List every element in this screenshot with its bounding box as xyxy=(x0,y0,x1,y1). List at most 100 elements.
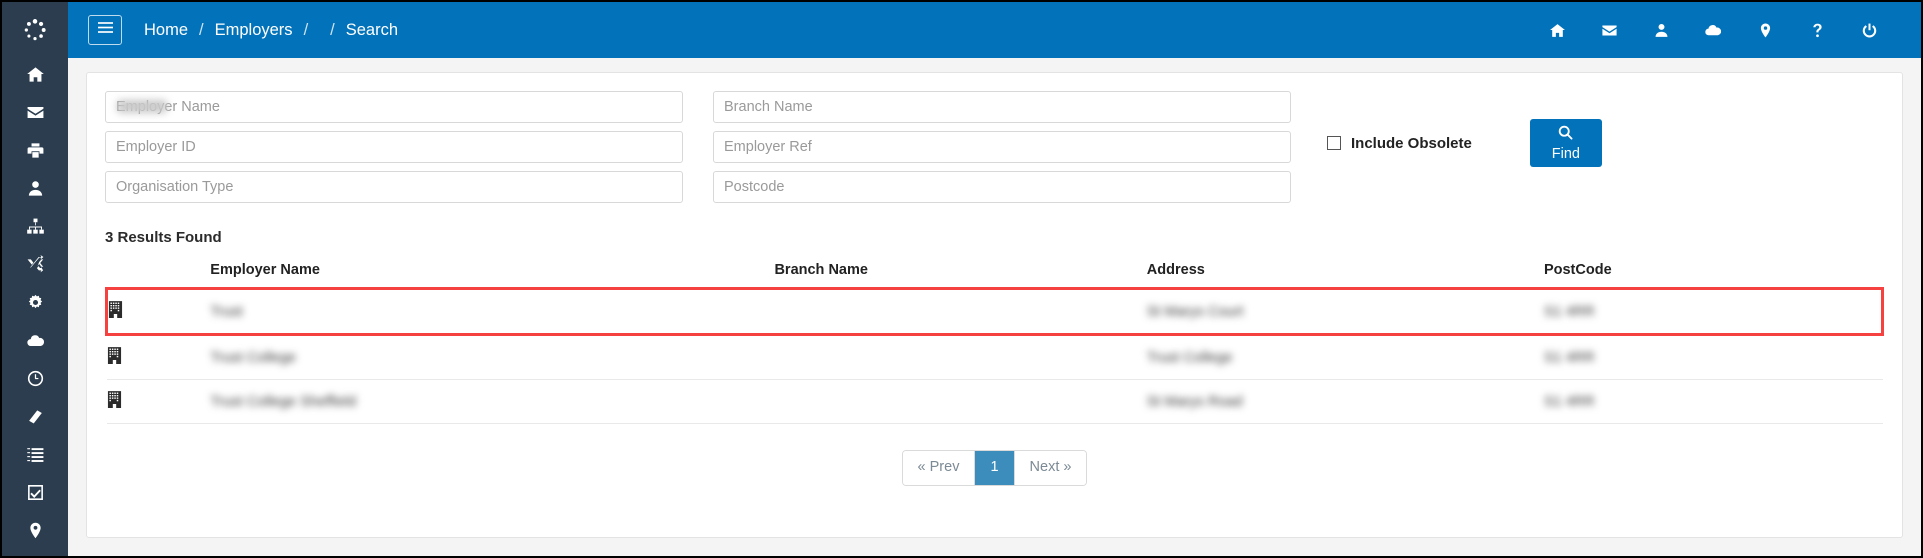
results-table-body: Trust St Marys Court S1 4RR Trust Colleg… xyxy=(105,287,1884,424)
branch-name-input[interactable] xyxy=(713,91,1291,123)
redacted-text: St Marys Road xyxy=(1146,393,1243,410)
sidebar-item-print[interactable] xyxy=(2,134,68,172)
pagination-prev-button[interactable]: « Prev xyxy=(902,451,976,485)
topbar-cloud-icon[interactable] xyxy=(1687,2,1739,58)
topbar-messages-icon[interactable] xyxy=(1583,2,1635,58)
top-bar: Home / Employers / / Search xyxy=(68,2,1921,58)
employer-id-input[interactable] xyxy=(105,131,683,163)
table-row[interactable]: Trust St Marys Court S1 4RR xyxy=(105,287,1884,336)
row-employer-name: Trust xyxy=(210,287,775,336)
row-type-icon-cell xyxy=(106,334,211,380)
row-employer-name: Trust College Sheffield xyxy=(210,379,775,424)
sidebar-item-list[interactable] xyxy=(2,438,68,476)
row-employer-name: Trust College xyxy=(210,334,775,380)
clock-icon xyxy=(26,369,45,393)
breadcrumb-separator-2: / xyxy=(303,20,309,39)
breadcrumb-separator-1: / xyxy=(199,20,204,39)
row-address: Trust College xyxy=(1146,334,1544,380)
redacted-text: Trust College xyxy=(1146,349,1233,366)
row-address: St Marys Court xyxy=(1146,287,1544,336)
printer-icon xyxy=(26,141,45,165)
breadcrumb-separator-3: / xyxy=(330,20,335,39)
row-branch-name xyxy=(774,379,1147,424)
row-postcode: S1 4RR xyxy=(1543,334,1883,380)
column-header-postcode: PostCode xyxy=(1543,262,1883,290)
search-form-right-column xyxy=(713,91,1291,203)
sidebar-item-settings[interactable] xyxy=(2,286,68,324)
row-postcode: S1 4RR xyxy=(1543,287,1884,336)
redacted-text: S1 4RR xyxy=(1543,393,1595,410)
column-header-address: Address xyxy=(1146,262,1544,290)
table-row[interactable]: Trust College Trust College S1 4RR xyxy=(106,334,1883,380)
topbar-location-icon[interactable] xyxy=(1739,2,1791,58)
postcode-input[interactable] xyxy=(713,171,1291,203)
results-count: 3 Results Found xyxy=(105,229,222,246)
sidebar-item-mail[interactable] xyxy=(2,96,68,134)
row-address: St Marys Road xyxy=(1146,379,1544,424)
gear-icon xyxy=(26,293,45,317)
redacted-text: Trust College xyxy=(210,349,296,366)
topbar-profile-icon[interactable] xyxy=(1635,2,1687,58)
breadcrumb-home[interactable]: Home xyxy=(144,21,188,40)
topbar-logout-icon[interactable] xyxy=(1843,2,1895,58)
results-table: Employer Name Branch Name Address PostCo… xyxy=(105,262,1884,424)
home-icon xyxy=(26,65,45,89)
breadcrumb: Home / Employers / / Search xyxy=(144,21,398,40)
results-header-row: Employer Name Branch Name Address PostCo… xyxy=(106,262,1883,290)
search-panel: Include Obsolete Find 3 xyxy=(86,72,1903,538)
cloud-icon xyxy=(26,331,45,355)
envelope-icon xyxy=(26,103,45,127)
sidebar-item-shuffle[interactable] xyxy=(2,248,68,286)
row-type-icon-cell xyxy=(105,287,211,336)
sidebar-item-cloud[interactable] xyxy=(2,324,68,362)
main-content: Include Obsolete Find 3 xyxy=(68,58,1921,556)
spinner-icon xyxy=(2,2,68,58)
employer-name-input[interactable] xyxy=(105,91,683,123)
pagination-container: « Prev 1 Next » xyxy=(105,450,1884,486)
topbar-home-icon[interactable] xyxy=(1531,2,1583,58)
user-icon xyxy=(26,179,45,203)
sidebar xyxy=(2,2,68,556)
redacted-text: St Marys Court xyxy=(1146,303,1244,320)
organisation-type-input[interactable] xyxy=(105,171,683,203)
employer-name-field-wrap xyxy=(105,91,683,123)
building-icon xyxy=(108,301,123,322)
find-button[interactable]: Find xyxy=(1529,119,1602,167)
search-form: Include Obsolete Find xyxy=(105,91,1884,203)
row-type-icon-cell xyxy=(106,379,211,424)
column-header-branch-name: Branch Name xyxy=(774,262,1147,290)
pagination-next-button[interactable]: Next » xyxy=(1014,451,1087,485)
check-square-icon xyxy=(26,483,45,507)
row-postcode: S1 4RR xyxy=(1543,379,1883,424)
include-obsolete-checkbox[interactable] xyxy=(1327,136,1341,150)
menu-toggle-button[interactable] xyxy=(88,15,122,45)
building-icon xyxy=(107,391,122,412)
search-form-left-column xyxy=(105,91,683,203)
row-branch-name xyxy=(774,287,1147,336)
include-obsolete-container: Include Obsolete xyxy=(1327,91,1472,195)
breadcrumb-employers[interactable]: Employers xyxy=(215,21,293,40)
top-bar-icons xyxy=(1531,2,1921,58)
sidebar-item-home[interactable] xyxy=(2,58,68,96)
find-button-label: Find xyxy=(1551,146,1580,163)
row-branch-name xyxy=(774,334,1147,380)
sidebar-item-clock[interactable] xyxy=(2,362,68,400)
table-row[interactable]: Trust College Sheffield St Marys Road S1… xyxy=(106,379,1883,424)
redacted-text: S1 4RR xyxy=(1543,349,1595,366)
sidebar-item-tasks[interactable] xyxy=(2,476,68,514)
sidebar-item-sitemap[interactable] xyxy=(2,210,68,248)
sidebar-item-location[interactable] xyxy=(2,514,68,552)
pagination-page-1[interactable]: 1 xyxy=(975,451,1015,485)
sidebar-item-book[interactable] xyxy=(2,400,68,438)
hamburger-icon xyxy=(97,21,113,39)
map-pin-icon xyxy=(26,521,45,545)
find-button-container: Find xyxy=(1529,91,1602,195)
column-header-icon xyxy=(106,262,211,290)
employer-ref-input[interactable] xyxy=(713,131,1291,163)
topbar-help-icon[interactable] xyxy=(1791,2,1843,58)
breadcrumb-current: Search xyxy=(345,20,399,39)
list-ol-icon xyxy=(26,445,45,469)
search-icon xyxy=(1557,124,1574,146)
redacted-text: Trust xyxy=(210,303,243,320)
sidebar-item-user[interactable] xyxy=(2,172,68,210)
